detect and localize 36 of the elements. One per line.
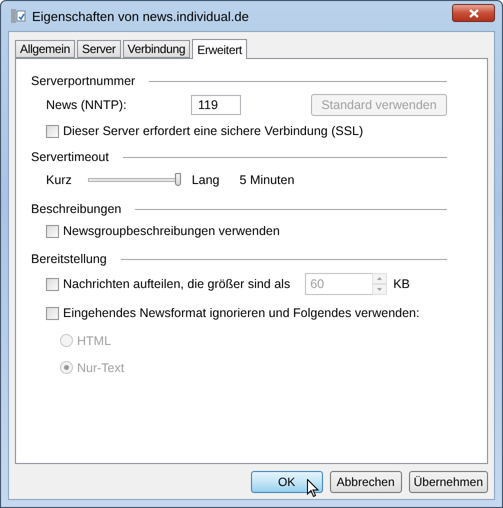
dialog-button[interactable]: OK: [250, 471, 323, 493]
dialog-button[interactable]: Abbrechen: [330, 471, 402, 493]
checkbox-label: Newsgroupbeschreibungen verwenden: [63, 224, 280, 238]
group-heading: Servertimeout: [31, 150, 109, 164]
group-heading: Serverportnummer: [31, 74, 136, 88]
close-button[interactable]: [452, 4, 495, 22]
tab[interactable]: Verbindung: [122, 40, 190, 58]
slider-min-label: Kurz: [46, 173, 72, 187]
checkbox[interactable]: [46, 124, 59, 138]
close-icon: [468, 8, 478, 18]
dialog-button[interactable]: Übernehmen: [408, 471, 488, 493]
properties-icon: [10, 8, 26, 24]
group-heading: Bereitstellung: [31, 252, 107, 266]
up-arrow-icon: [377, 277, 382, 280]
spin-up-button[interactable]: [372, 273, 388, 284]
checkbox[interactable]: [46, 306, 59, 320]
checkbox-label: Eingehendes Newsformat ignorieren und Folgendes verwenden:: [63, 306, 420, 320]
checkbox-label: Nachrichten aufteilen, die größer sind als: [63, 277, 290, 291]
spin-down-button[interactable]: [372, 284, 388, 295]
timeout-reading: 5 Minuten: [240, 173, 294, 187]
checkbox-label: Dieser Server erfordert eine sichere Verbindung (SSL): [63, 124, 364, 138]
slider-thumb[interactable]: [174, 173, 181, 186]
slider-max-label: Lang: [192, 173, 220, 187]
window-title: Eigenschaften von news.individual.de: [32, 8, 249, 24]
radio-label: Nur-Text: [77, 360, 124, 374]
port-field[interactable]: 119: [191, 95, 241, 115]
mouse-cursor-icon: [307, 479, 319, 498]
tab[interactable]: Allgemein: [15, 40, 75, 58]
tab[interactable]: Server: [77, 40, 121, 58]
unit-label: KB: [393, 277, 410, 291]
field-label: News (NNTP):: [46, 98, 128, 112]
group-heading: Beschreibungen: [31, 202, 122, 216]
down-arrow-icon: [377, 288, 382, 291]
checkbox[interactable]: [46, 224, 59, 238]
radio-label: HTML: [77, 334, 112, 348]
tab[interactable]: Erweitert: [192, 39, 247, 59]
